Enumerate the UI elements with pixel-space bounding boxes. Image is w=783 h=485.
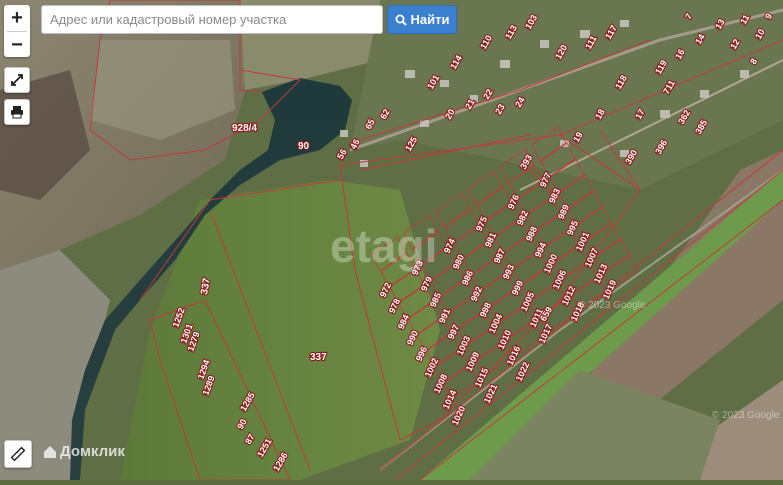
satellite-map[interactable]: 928/4 90 337 337 1252 1301 1279 1294 1289 1285 90 8… [0, 0, 783, 481]
ruler-icon [10, 446, 26, 462]
copyright-right: © 2023 Google [712, 410, 780, 421]
watermark-etagi: etagi [330, 220, 437, 272]
copyright-mid: © 2023 Google [578, 300, 646, 311]
find-button-label: Найти [410, 12, 450, 27]
fullscreen-button[interactable] [4, 67, 30, 93]
expand-icon [11, 74, 23, 86]
plot-label[interactable]: 337 [309, 351, 328, 364]
plot-label[interactable]: 90 [297, 140, 311, 153]
search-input[interactable] [41, 5, 383, 34]
print-button[interactable] [4, 99, 30, 125]
printer-icon [11, 106, 23, 119]
ruler-button[interactable] [4, 440, 32, 468]
house-logo-icon [44, 445, 56, 458]
zoom-in-button[interactable]: + [4, 5, 30, 31]
map-canvas[interactable]: 928/490337337125213011279129412891285908… [0, 0, 783, 481]
zoom-out-button[interactable]: − [4, 32, 30, 58]
logo-text: Домклик [60, 443, 125, 460]
domclick-logo: Домклик [43, 443, 125, 460]
search-icon [395, 14, 407, 26]
plot-label[interactable]: 928/4 [231, 122, 259, 135]
zoom-control: + − [4, 5, 30, 57]
find-button[interactable]: Найти [387, 5, 457, 34]
